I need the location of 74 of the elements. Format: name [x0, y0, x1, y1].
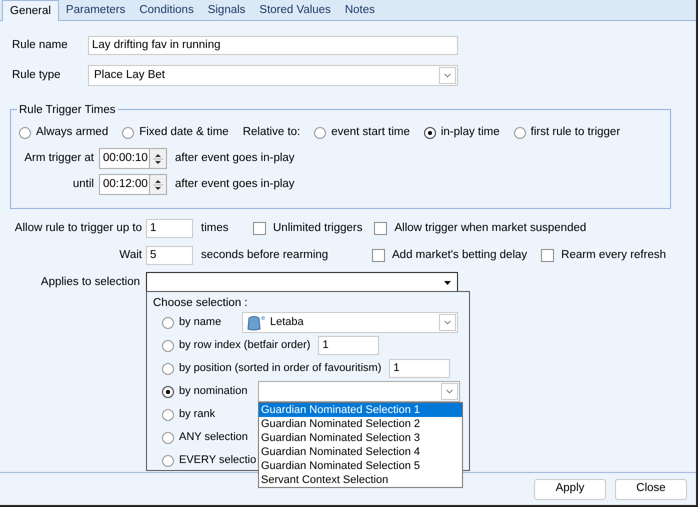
radio-label[interactable]: ANY selection: [179, 429, 248, 446]
checkbox-label[interactable]: Unlimited triggers: [273, 220, 362, 238]
list-option[interactable]: Servant Context Selection: [259, 473, 462, 487]
checkbox[interactable]: [541, 249, 554, 262]
radio-button[interactable]: [162, 454, 174, 466]
dialog-button[interactable]: Apply: [534, 478, 606, 500]
field-hint: seconds before rearming: [201, 248, 330, 263]
radio-button[interactable]: [424, 127, 436, 139]
radio-button[interactable]: [122, 127, 134, 139]
field-hint: times: [201, 220, 230, 236]
tab[interactable]: Parameters: [58, 1, 132, 20]
popup-title: Choose selection :: [153, 296, 249, 311]
runner-icon: [246, 314, 266, 330]
radio-label[interactable]: in-play time: [440, 124, 500, 142]
tab[interactable]: Signals: [200, 1, 252, 20]
radio-label[interactable]: event start time: [331, 124, 410, 142]
checkbox-label[interactable]: Rearm every refresh: [561, 246, 666, 264]
tab[interactable]: Conditions: [132, 1, 201, 20]
index-field[interactable]: 1: [318, 336, 380, 355]
radio-label[interactable]: by rank: [179, 406, 216, 423]
radio-label[interactable]: by nomination: [179, 383, 248, 400]
field-label: Wait: [118, 248, 143, 263]
tab[interactable]: General: [2, 0, 59, 21]
spinner-arrows-icon[interactable]: [149, 148, 167, 169]
list-option[interactable]: Guardian Nominated Selection 1: [259, 403, 462, 417]
checkbox[interactable]: [374, 222, 388, 235]
radio-button[interactable]: [162, 340, 174, 352]
runner-dropdown[interactable]: Letaba: [242, 312, 458, 333]
time-field[interactable]: 00:00:10: [99, 148, 149, 169]
selection-dropdown[interactable]: [146, 272, 458, 293]
radio-button[interactable]: [162, 362, 174, 374]
rule-type-dropdown[interactable]: Place Lay Bet: [88, 65, 458, 86]
field-label: until: [72, 176, 95, 192]
index-field[interactable]: 1: [389, 359, 450, 378]
radio-label[interactable]: by position (sorted in order of favouritism): [179, 360, 382, 377]
radio-button[interactable]: [19, 127, 31, 139]
field-hint: after event goes in-play: [175, 150, 295, 166]
radio-label[interactable]: EVERY selectio: [179, 452, 256, 469]
field-label: Allow rule to trigger up to: [14, 220, 143, 236]
nomination-dropdown[interactable]: [258, 381, 460, 402]
checkbox-label[interactable]: Allow trigger when market suspended: [394, 220, 586, 238]
radio-button[interactable]: [162, 316, 174, 328]
field-label: Applies to selection: [40, 274, 141, 290]
radio-label[interactable]: Fixed date & time: [139, 124, 229, 142]
radio-button[interactable]: [162, 408, 174, 420]
trigger-count-field[interactable]: 1: [146, 219, 193, 238]
radio-label[interactable]: by row index (betfair order): [179, 337, 310, 354]
list-option[interactable]: Guardian Nominated Selection 2: [259, 417, 462, 431]
radio-button[interactable]: [162, 432, 174, 444]
checkbox[interactable]: [372, 249, 385, 262]
tab[interactable]: Stored Values: [252, 1, 338, 20]
list-option[interactable]: Guardian Nominated Selection 4: [259, 445, 462, 459]
field-label: Rule type: [12, 68, 62, 83]
list-option[interactable]: Guardian Nominated Selection 5: [259, 459, 462, 473]
dialog-button[interactable]: Close: [615, 478, 687, 500]
rule-name-field[interactable]: Lay drifting fav in running: [88, 36, 458, 55]
relative-to-label: Relative to:: [242, 125, 300, 140]
radio-label[interactable]: Always armed: [36, 124, 108, 142]
field-label: Rule name: [12, 38, 69, 53]
spinner-arrows-icon[interactable]: [149, 174, 167, 195]
radio-button[interactable]: [514, 127, 526, 139]
dropdown-arrow-icon[interactable]: [444, 280, 451, 284]
list-option[interactable]: Guardian Nominated Selection 3: [259, 431, 462, 445]
time-field[interactable]: 00:12:00: [99, 174, 149, 195]
radio-button[interactable]: [314, 127, 326, 139]
radio-label[interactable]: first rule to trigger: [530, 124, 620, 142]
field-hint: after event goes in-play: [175, 176, 295, 192]
checkbox-label[interactable]: Add market's betting delay: [392, 246, 528, 264]
radio-label[interactable]: by name: [179, 314, 222, 331]
checkbox[interactable]: [253, 222, 266, 235]
tab[interactable]: Notes: [338, 1, 382, 20]
wait-field[interactable]: 5: [146, 246, 193, 265]
radio-button[interactable]: [162, 386, 174, 398]
field-label: Arm trigger at: [23, 150, 95, 166]
